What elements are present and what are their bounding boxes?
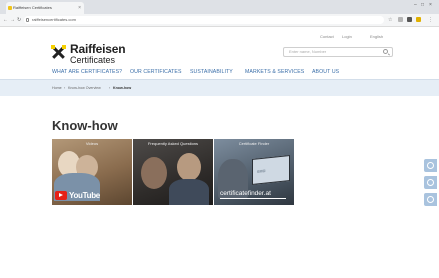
nav-our-certificates[interactable]: OUR CERTIFICATES: [130, 69, 182, 75]
nav-about-us[interactable]: ABOUT US: [312, 69, 339, 75]
contact-link[interactable]: Contact: [320, 34, 334, 39]
nav-sustainability[interactable]: SUSTAINABILITY: [190, 69, 233, 75]
youtube-play-icon: [55, 191, 67, 200]
close-window-icon[interactable]: ×: [429, 2, 432, 8]
side-chat-icon[interactable]: [424, 176, 437, 189]
card-certificate-finder[interactable]: ▤▤▤ Certificate Finder certificatefinder…: [214, 139, 294, 205]
extension-icon[interactable]: [398, 17, 403, 22]
youtube-wordmark: YouTube: [69, 191, 100, 200]
card-faq[interactable]: Frequently Asked Questions: [133, 139, 213, 205]
card-finder-label: Certificate Finder: [238, 141, 270, 146]
extension-icon[interactable]: [416, 17, 421, 22]
url-field[interactable]: raiffeisencertificates.com: [24, 16, 384, 24]
nav-markets-services[interactable]: MARKETS & SERVICES: [245, 69, 304, 75]
breadcrumb-separator: ›: [109, 86, 111, 90]
card-videos[interactable]: Videos YouTube: [52, 139, 132, 205]
page-title: Know-how: [52, 118, 118, 133]
breadcrumb-current: Know-how: [113, 86, 132, 90]
minimize-icon[interactable]: –: [414, 2, 417, 8]
logo-subtitle: Certificates: [70, 55, 116, 65]
language-select[interactable]: English: [370, 34, 383, 39]
laptop-screen: ▤▤▤: [257, 168, 266, 174]
bookmark-star-icon[interactable]: ☆: [388, 17, 392, 23]
card-photo-shirt: [169, 179, 209, 205]
breadcrumb-overview[interactable]: Know-how Overview: [68, 86, 101, 90]
card-videos-label: Videos: [85, 141, 99, 146]
browser-menu-icon[interactable]: ⋮: [428, 17, 433, 23]
tab-title: Raiffeisen Certificates: [13, 5, 52, 10]
side-info-icon[interactable]: [424, 193, 437, 206]
reload-icon[interactable]: ↻: [17, 17, 21, 23]
side-contact-icon[interactable]: [424, 159, 437, 172]
address-bar-row: ← → ↻ raiffeisencertificates.com ☆ ⋮: [0, 14, 439, 27]
url-text: raiffeisencertificates.com: [32, 17, 76, 22]
login-link[interactable]: Login: [342, 34, 352, 39]
browser-tab[interactable]: Raiffeisen Certificates ×: [6, 2, 84, 14]
raiffeisen-logo-icon: [51, 45, 66, 59]
breadcrumb-home[interactable]: Home: [52, 86, 62, 90]
search-placeholder: Enter name, Number: [289, 49, 327, 54]
extension-icon[interactable]: [407, 17, 412, 22]
nav-what-are-certificates[interactable]: WHAT ARE CERTIFICATES?: [52, 69, 122, 75]
forward-icon[interactable]: →: [10, 17, 15, 23]
maximize-icon[interactable]: □: [421, 2, 424, 8]
card-finder-underline: [220, 198, 286, 199]
lock-icon: [26, 18, 29, 22]
search-input[interactable]: Enter name, Number: [283, 47, 393, 57]
back-icon[interactable]: ←: [3, 17, 8, 23]
card-finder-url: certificatefinder.at: [220, 190, 271, 197]
card-faq-label: Frequently Asked Questions: [147, 141, 199, 146]
card-photo-person: [141, 157, 167, 189]
search-icon[interactable]: [383, 49, 388, 54]
card-photo-laptop: ▤▤▤: [252, 155, 290, 185]
breadcrumb: Home › Know-how Overview › Know-how: [0, 79, 439, 96]
breadcrumb-separator: ›: [64, 86, 66, 90]
card-photo-person: [177, 153, 201, 181]
favicon-icon: [8, 6, 12, 10]
logo-wordmark: Raiffeisen: [70, 42, 126, 56]
browser-tabbar: Raiffeisen Certificates × – □ ×: [0, 0, 439, 14]
close-tab-icon[interactable]: ×: [78, 2, 81, 14]
